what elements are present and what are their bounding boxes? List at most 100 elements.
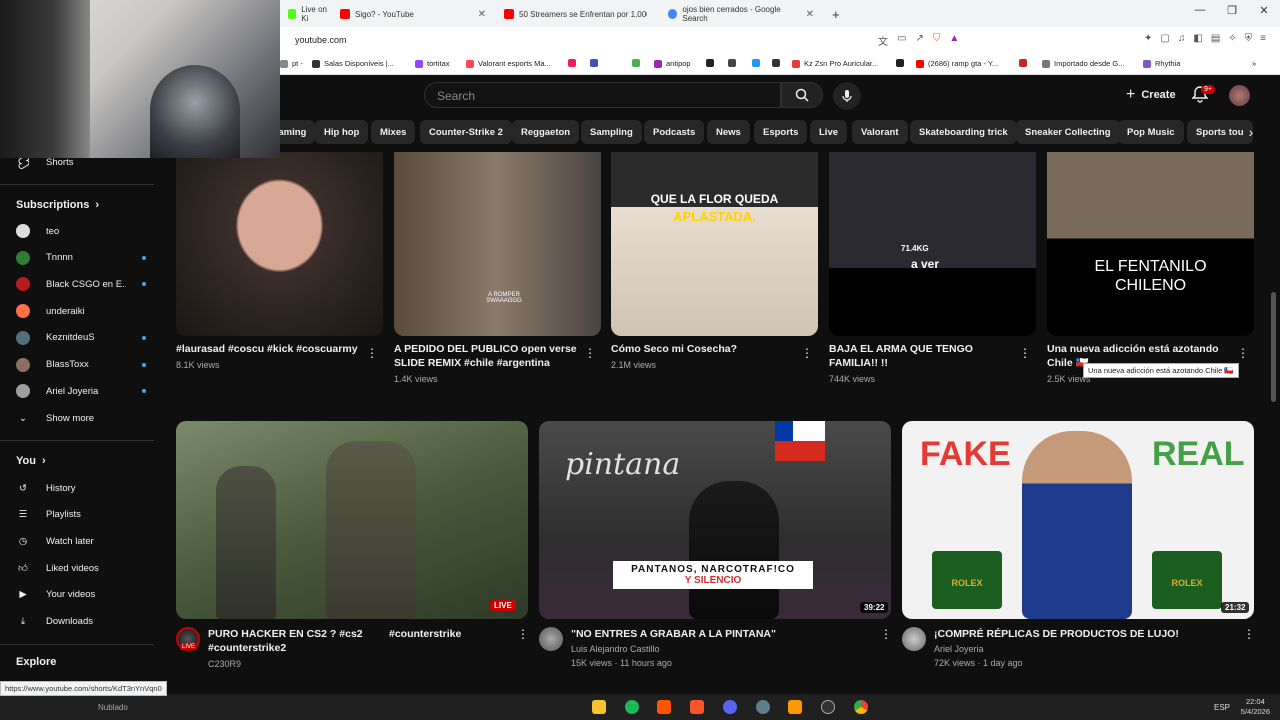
close-tab-icon[interactable]: ✕	[478, 9, 486, 20]
bookmark-item[interactable]	[590, 59, 598, 67]
translate-icon[interactable]: 文	[878, 33, 888, 48]
category-chip[interactable]: Sneaker Collecting	[1016, 120, 1120, 144]
bookmark-item[interactable]: Importado desde G...	[1042, 59, 1124, 68]
bookmark-item[interactable]	[772, 59, 780, 67]
short-title[interactable]: A PEDIDO DEL PUBLICO open verse SLIDE RE…	[394, 342, 579, 370]
short-card[interactable]: 71.4KG a ver BAJA EL ARMA QUE TENGO FAMILI…	[829, 152, 1036, 392]
close-window-icon[interactable]: ✕	[1248, 4, 1280, 17]
category-chip[interactable]: Reggaeton	[512, 120, 580, 144]
channel-avatar[interactable]	[902, 627, 926, 651]
bookmark-item[interactable]	[752, 59, 760, 67]
short-thumbnail[interactable]: QUE LA FLOR QUEDA APLASTADA.	[611, 152, 818, 336]
discord-icon[interactable]	[723, 700, 737, 714]
split-view-icon[interactable]: ◧	[1193, 33, 1202, 44]
leo-ai-icon[interactable]: ✧	[1228, 33, 1236, 44]
bookmark-item[interactable]: (2686) ramp gta - Y...	[916, 59, 998, 68]
browser-tab[interactable]: Live on Ki	[280, 3, 338, 25]
share-icon[interactable]: ↗	[915, 33, 923, 48]
browser-tab[interactable]: Sigo? - YouTube ✕	[332, 3, 494, 25]
subscription-item[interactable]: underaiki	[16, 301, 146, 321]
new-tab-button[interactable]: +	[824, 3, 848, 25]
bookmark-item[interactable]: antipop	[654, 59, 691, 68]
more-options-icon[interactable]: ⋮	[517, 627, 529, 641]
video-thumbnail[interactable]: pintana PANTANOS, NARCOTRAF!CO Y SILENCI…	[539, 421, 891, 619]
spotify-icon[interactable]	[625, 700, 639, 714]
bookmark-item[interactable]	[706, 59, 714, 67]
subscription-item[interactable]: teo	[16, 221, 146, 241]
file-explorer-icon[interactable]	[592, 700, 606, 714]
more-options-icon[interactable]: ⋮	[1237, 346, 1249, 360]
show-more-button[interactable]: ⌄ Show more	[16, 408, 146, 428]
category-chip[interactable]: Podcasts	[644, 120, 705, 144]
short-card[interactable]: A ROMPER SWAAAGGG A PEDIDO DEL PUBLICO op…	[394, 152, 601, 392]
browser-tab[interactable]: 50 Streamers se Enfrentan por 1,000	[496, 3, 658, 25]
brave-rewards-icon[interactable]: ▲	[949, 33, 959, 48]
subscription-item[interactable]: KeznitdeuS	[16, 328, 146, 348]
bookmark-item[interactable]	[1019, 59, 1027, 67]
video-card[interactable]: pintana PANTANOS, NARCOTRAF!CO Y SILENCI…	[539, 421, 892, 671]
search-input[interactable]: Search	[424, 82, 781, 108]
language-indicator[interactable]: ESP	[1214, 703, 1230, 712]
subscriptions-heading[interactable]: Subscriptions ›	[16, 199, 99, 211]
vpn-icon[interactable]: ⛨	[1245, 33, 1253, 44]
bookmark-item[interactable]	[728, 59, 736, 67]
category-chip[interactable]: Hip hop	[315, 120, 369, 144]
subscription-item[interactable]: BlassToxx	[16, 355, 146, 375]
chips-next-button[interactable]: ›	[1240, 120, 1262, 144]
soundcloud-icon[interactable]	[657, 700, 671, 714]
category-chip[interactable]: Esports	[754, 120, 808, 144]
browser-tab[interactable]: ojos bien cerrados - Google Search ✕	[660, 3, 822, 25]
media-icon[interactable]: ♫	[1178, 33, 1186, 44]
channel-name[interactable]: Luis Alejandro Castillo	[571, 642, 660, 656]
category-chip[interactable]: Pop Music	[1118, 120, 1184, 144]
create-button[interactable]: + Create	[1118, 82, 1184, 108]
wallet-icon[interactable]: ▤	[1211, 33, 1220, 44]
category-chip[interactable]: Sampling	[581, 120, 642, 144]
short-thumbnail[interactable]: 71.4KG a ver	[829, 152, 1036, 336]
bookmarks-overflow-icon[interactable]: »	[1252, 59, 1256, 68]
video-card[interactable]: FAKE REAL ROLEX ROLEX 21:32 ¡COMPRÉ RÉPL…	[902, 421, 1255, 671]
chrome-icon[interactable]	[854, 700, 868, 714]
more-options-icon[interactable]: ⋮	[366, 346, 378, 360]
short-card[interactable]: EL FENTANILO CHILENO Una nueva adicción es…	[1047, 152, 1254, 392]
you-heading[interactable]: You ›	[16, 455, 46, 467]
more-options-icon[interactable]: ⋮	[801, 346, 813, 360]
more-options-icon[interactable]: ⋮	[584, 346, 596, 360]
bookmark-item[interactable]: pt -	[280, 59, 303, 68]
sidebar-toggle-icon[interactable]: ▢	[1160, 33, 1169, 44]
cast-icon[interactable]: ▭	[897, 33, 906, 48]
more-options-icon[interactable]: ⋮	[1243, 627, 1255, 641]
app-icon[interactable]	[788, 700, 802, 714]
video-card[interactable]: LIVE LIVE PURO HACKER EN CS2 ? #cs2 #cou…	[176, 421, 529, 671]
sidebar-item-playlists[interactable]: ☰ Playlists	[16, 505, 146, 525]
account-avatar[interactable]	[1229, 85, 1250, 106]
url-field[interactable]: youtube.com	[295, 35, 347, 45]
bookmark-item[interactable]	[896, 59, 904, 67]
clock[interactable]: 22:04 5/4/2026	[1241, 697, 1270, 717]
sidebar-item-liked[interactable]: 👍︎ Liked videos	[16, 558, 146, 578]
short-title[interactable]: BAJA EL ARMA QUE TENGO FAMILIA!! !!	[829, 342, 1014, 370]
bookmark-item[interactable]: Valorant esports Ma...	[466, 59, 551, 68]
bookmark-item[interactable]: Salas Disponíveis |...	[312, 59, 394, 68]
minimize-icon[interactable]: —	[1184, 4, 1216, 17]
brave-shield-icon[interactable]: ⛉	[933, 33, 941, 48]
short-card[interactable]: #laurasad #coscu #kick #coscuarmy 8.1K vi…	[176, 152, 383, 392]
short-thumbnail[interactable]: EL FENTANILO CHILENO	[1047, 152, 1254, 336]
channel-name[interactable]: C230R9	[208, 657, 241, 671]
category-chip[interactable]: Mixes	[371, 120, 416, 144]
obs-icon[interactable]	[821, 700, 835, 714]
bookmark-item[interactable]: tortitax	[415, 59, 450, 68]
sidebar-item-history[interactable]: ↺ History	[16, 478, 146, 498]
video-thumbnail[interactable]	[176, 421, 528, 619]
brave-icon[interactable]	[690, 700, 704, 714]
channel-avatar[interactable]	[539, 627, 563, 651]
category-chip[interactable]: Valorant	[852, 120, 908, 144]
menu-icon[interactable]: ≡	[1260, 33, 1266, 44]
more-options-icon[interactable]: ⋮	[880, 627, 892, 641]
subscription-item[interactable]: Black CSGO en E...	[16, 274, 146, 294]
category-chip[interactable]: Skateboarding trick	[910, 120, 1017, 144]
voice-search-button[interactable]	[833, 82, 861, 110]
extensions-icon[interactable]: ✦	[1144, 33, 1152, 44]
app-icon[interactable]	[756, 700, 770, 714]
video-title-hashtag[interactable]: #counterstrike	[389, 627, 499, 641]
